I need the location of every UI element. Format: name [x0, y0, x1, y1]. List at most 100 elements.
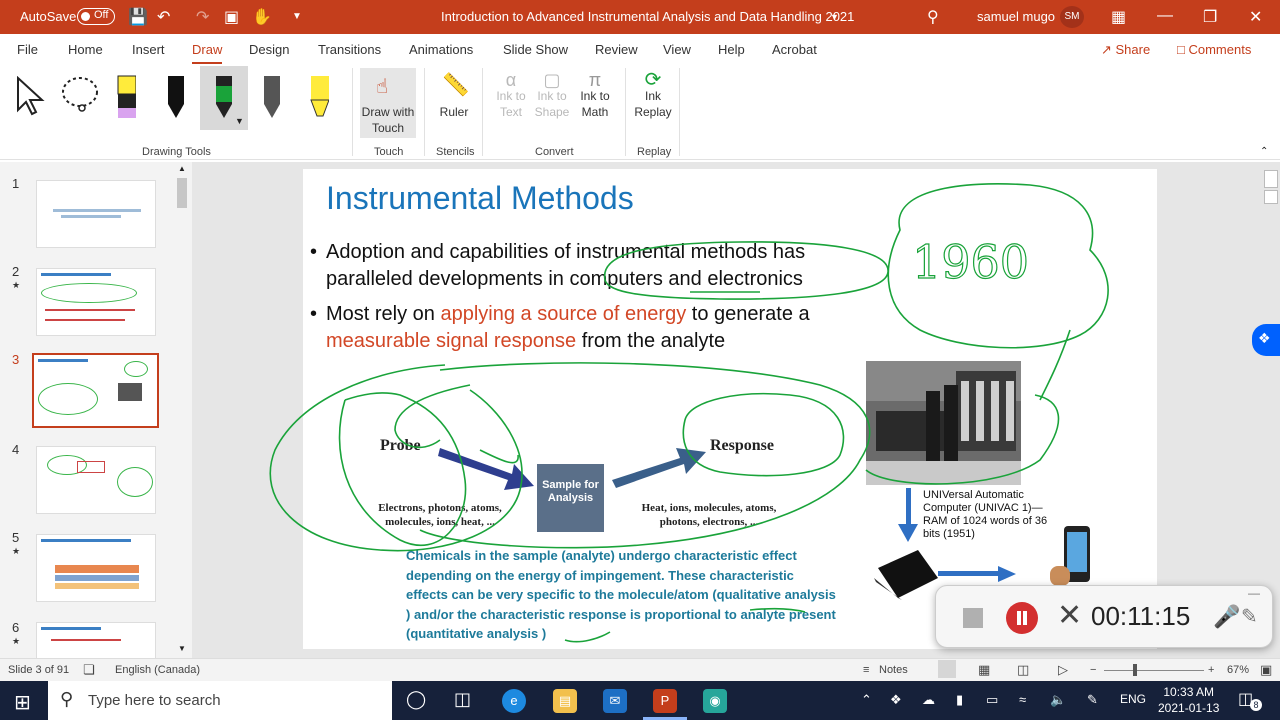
bullet-1[interactable]: • Adoption and capabilities of instrumen… [310, 239, 895, 293]
redo-icon[interactable]: ↷ [196, 7, 209, 27]
pen-workspace-icon[interactable]: ✎ [1087, 692, 1098, 708]
analysis-explanation-text[interactable]: Chemicals in the sample (analyte) underg… [406, 546, 836, 644]
scroll-up-icon[interactable]: ▲ [178, 164, 186, 173]
select-pointer-icon[interactable] [14, 76, 48, 116]
ink-to-math-button[interactable]: π Ink to Math [574, 71, 616, 120]
battery-icon[interactable]: ▭ [986, 692, 998, 708]
slide-thumbnail-2[interactable] [36, 268, 156, 336]
ink-to-shape-button[interactable]: ▢ Ink to Shape [533, 71, 571, 120]
document-title[interactable]: Introduction to Advanced Instrumental An… [441, 9, 854, 24]
zoom-slider-thumb[interactable] [1133, 664, 1137, 676]
slideshow-view-icon[interactable]: ▷ [1058, 662, 1068, 678]
zoom-in-icon[interactable]: + [1208, 664, 1214, 676]
ink-to-text-button[interactable]: α Ink to Text [492, 71, 530, 120]
search-icon[interactable]: ⚲ [927, 7, 939, 27]
scroll-down-icon[interactable]: ▼ [178, 644, 186, 653]
tab-draw[interactable]: Draw [192, 42, 223, 64]
slide-thumbnail-5[interactable] [36, 534, 156, 602]
draw-with-touch-button[interactable]: ☝ Draw with Touch [360, 68, 416, 138]
notes-button[interactable]: Notes [879, 664, 908, 676]
stop-recording-button[interactable] [963, 608, 983, 628]
zoom-out-icon[interactable]: − [1090, 664, 1096, 676]
present-icon[interactable]: ▣ [224, 7, 239, 27]
title-chevron-down-icon[interactable]: ▼ [830, 12, 839, 22]
collapse-ribbon-icon[interactable]: ⌃ [1260, 146, 1268, 157]
slide-sorter-icon[interactable]: ▦ [978, 662, 990, 678]
usb-icon[interactable]: ▮ [956, 692, 963, 708]
save-icon[interactable]: 💾 [128, 7, 148, 27]
tab-acrobat[interactable]: Acrobat [772, 42, 817, 57]
language-status[interactable]: English (Canada) [115, 664, 200, 676]
editor-scroll-up-icon[interactable] [1264, 170, 1278, 188]
tab-home[interactable]: Home [68, 42, 103, 57]
restore-icon[interactable]: ❐ [1203, 7, 1217, 27]
pause-recording-button[interactable] [1006, 602, 1038, 634]
ink-replay-button[interactable]: ⟳ Ink Replay [633, 70, 673, 120]
microphone-icon[interactable]: 🎤 [1213, 604, 1240, 630]
show-hidden-icons[interactable]: ⌃ [861, 692, 872, 708]
tab-help[interactable]: Help [718, 42, 745, 57]
file-explorer-icon[interactable]: ▤ [553, 689, 577, 713]
highlighter-yellow-icon[interactable] [309, 72, 329, 120]
avatar[interactable]: SM [1060, 6, 1084, 28]
pen-green-icon[interactable] [213, 72, 233, 120]
pen-gray-icon[interactable] [261, 72, 281, 120]
autosave-toggle[interactable]: Off [77, 8, 115, 25]
pen-black-icon[interactable] [165, 72, 185, 120]
touch-mode-icon[interactable]: ✋ [252, 7, 272, 27]
univac-photo[interactable] [866, 361, 1021, 485]
cortana-icon[interactable]: ◯ [406, 689, 426, 710]
tab-view[interactable]: View [663, 42, 691, 57]
normal-view-icon[interactable] [938, 660, 956, 678]
volume-icon[interactable]: 🔈 [1050, 692, 1066, 708]
close-icon[interactable]: ✕ [1249, 7, 1262, 27]
scroll-thumb[interactable] [177, 178, 187, 208]
zoom-level[interactable]: 67% [1227, 664, 1249, 676]
thumbnail-scrollbar[interactable]: ▲ ▼ [174, 162, 190, 658]
pen-dropdown-icon[interactable]: ▼ [235, 116, 244, 126]
task-view-icon[interactable]: ◫ [454, 689, 471, 710]
slide-thumbnail-3[interactable] [32, 353, 159, 428]
slide-thumbnail-1[interactable] [36, 180, 156, 248]
editor-scroll-thumb[interactable] [1264, 190, 1278, 204]
screen-recorder-app-icon[interactable]: ◉ [703, 689, 727, 713]
reading-view-icon[interactable]: ◫ [1017, 662, 1029, 678]
annotate-pen-icon[interactable]: ✎ [1241, 604, 1258, 629]
undo-icon[interactable]: ↶ [157, 7, 170, 27]
tab-design[interactable]: Design [249, 42, 289, 57]
dropbox-tray-icon[interactable]: ❖ [890, 692, 902, 708]
accessibility-icon[interactable]: ❏ [83, 662, 95, 678]
tab-file[interactable]: File [17, 42, 38, 57]
tab-slide-show[interactable]: Slide Show [503, 42, 568, 57]
zoom-slider[interactable] [1104, 670, 1204, 671]
tab-insert[interactable]: Insert [132, 42, 165, 57]
tab-transitions[interactable]: Transitions [318, 42, 381, 57]
taskbar-search[interactable]: ⚲ Type here to search [48, 681, 392, 720]
mail-icon[interactable]: ✉ [603, 689, 627, 713]
fit-slide-icon[interactable]: ▣ [1260, 662, 1272, 678]
tab-animations[interactable]: Animations [409, 42, 473, 57]
ruler-button[interactable]: 📏 Ruler [432, 68, 476, 138]
windows-start-icon[interactable]: ⊞ [14, 690, 31, 715]
bullet-2[interactable]: • Most rely on applying a source of ener… [310, 301, 895, 355]
slide-thumbnail-6[interactable] [36, 622, 156, 658]
input-language[interactable]: ENG [1120, 692, 1146, 706]
ribbon-display-icon[interactable]: ▦ [1111, 7, 1126, 27]
notes-icon[interactable]: ≡ [863, 664, 869, 676]
dropbox-icon[interactable]: ❖ [1252, 324, 1280, 356]
user-name[interactable]: samuel mugo [977, 9, 1055, 24]
share-button[interactable]: ↗ Share [1101, 42, 1150, 58]
wifi-icon[interactable]: ≈ [1019, 692, 1026, 707]
tab-review[interactable]: Review [595, 42, 638, 57]
edge-browser-icon[interactable]: e [502, 689, 526, 713]
slide-title[interactable]: Instrumental Methods [326, 180, 634, 217]
lasso-select-icon[interactable] [60, 74, 104, 118]
minimize-icon[interactable]: — [1157, 7, 1173, 25]
customize-qat-icon[interactable]: ▼ [292, 11, 302, 22]
onedrive-icon[interactable]: ☁ [922, 692, 935, 708]
system-clock[interactable]: 10:33 AM 2021-01-13 [1158, 684, 1219, 716]
slide-thumbnail-4[interactable] [36, 446, 156, 514]
powerpoint-icon[interactable]: P [653, 689, 677, 713]
minimize-recorder-icon[interactable]: — [1248, 586, 1260, 600]
pen-yellow-highlighter-icon[interactable] [116, 72, 136, 120]
